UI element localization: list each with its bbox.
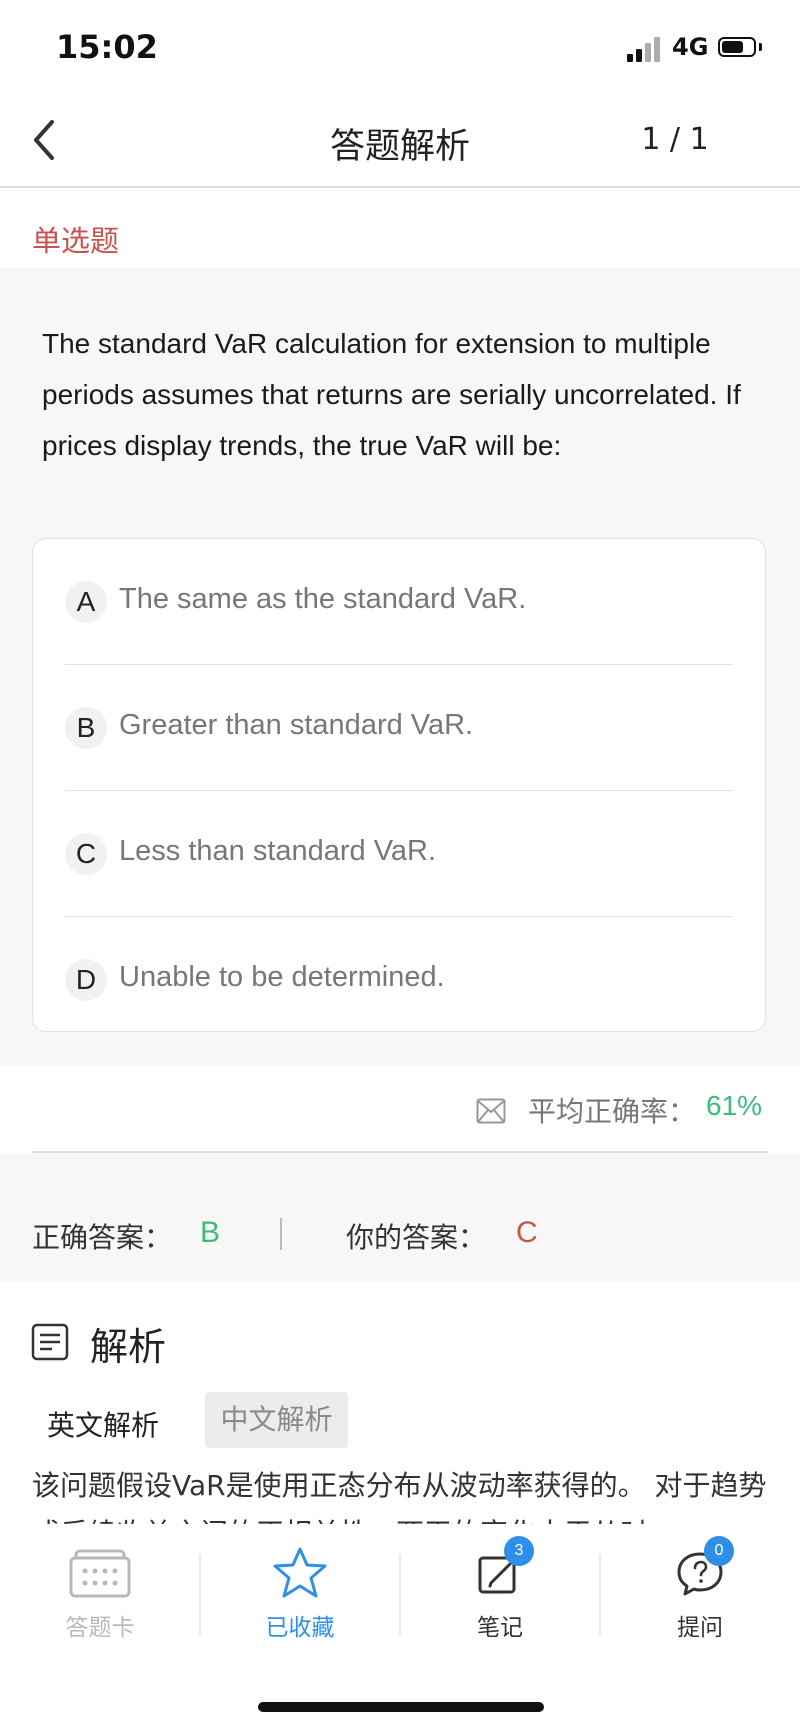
option-text: Unable to be determined. (119, 961, 445, 993)
nav-bar: 答题解析 1 / 1 (0, 96, 800, 188)
correct-answer-value: B (200, 1216, 221, 1249)
option-letter: D (65, 959, 107, 1001)
status-time: 15:02 (56, 28, 158, 66)
answer-card-icon (68, 1546, 132, 1600)
bottom-tab-bar: 答题卡 已收藏 3 笔记 0 提问 (0, 1524, 800, 1732)
mail-icon[interactable] (476, 1098, 506, 1124)
questions-badge: 0 (704, 1536, 734, 1566)
notes-badge: 3 (504, 1536, 534, 1566)
home-indicator (258, 1702, 544, 1712)
tab-favorites[interactable]: 已收藏 (200, 1524, 400, 1654)
question-text: The standard VaR calculation for extensi… (42, 328, 741, 461)
tab-label: 答题卡 (65, 1615, 135, 1641)
option-text: The same as the standard VaR. (119, 583, 527, 615)
tab-notes[interactable]: 3 笔记 (400, 1524, 600, 1654)
options-card: A The same as the standard VaR. B Greate… (32, 538, 766, 1032)
battery-cap (759, 43, 762, 51)
analysis-title: 解析 (90, 1325, 167, 1369)
correct-answer-label: 正确答案： (32, 1221, 173, 1254)
back-arrow-icon[interactable] (26, 116, 66, 164)
signal-icon (627, 36, 663, 62)
avg-accuracy-label: 平均正确率： (528, 1095, 697, 1128)
your-answer-label: 你的答案： (346, 1221, 487, 1254)
option-text: Less than standard VaR. (119, 835, 437, 867)
answer-separator (280, 1218, 282, 1250)
avg-accuracy-value: 61% (706, 1090, 763, 1121)
option-text: Greater than standard VaR. (119, 709, 474, 741)
option-b[interactable]: B Greater than standard VaR. (33, 665, 765, 791)
star-icon (268, 1546, 332, 1600)
document-icon (30, 1322, 70, 1362)
your-answer-value: C (516, 1216, 538, 1249)
page-title: 答题解析 (329, 127, 470, 167)
network-type: 4G (672, 33, 709, 61)
question-type-label: 单选题 (32, 224, 120, 258)
tab-label: 提问 (677, 1615, 723, 1641)
option-letter: B (65, 707, 107, 749)
option-c[interactable]: C Less than standard VaR. (33, 791, 765, 917)
option-letter: C (65, 833, 107, 875)
option-d[interactable]: D Unable to be determined. (33, 917, 765, 1043)
tab-chinese-analysis[interactable]: 中文解析 (205, 1392, 348, 1448)
page-indicator: 1 / 1 (641, 122, 709, 157)
tab-answer-card[interactable]: 答题卡 (0, 1524, 200, 1654)
status-bar: 15:02 4G (0, 0, 800, 96)
tab-english-analysis[interactable]: 英文解析 (36, 1398, 170, 1454)
analysis-text: 该问题假设VaR是使用正态分布从波动率获得的。 对于趋势或后续收益之间的正相关性… (32, 1469, 767, 1524)
option-a[interactable]: A The same as the standard VaR. (33, 539, 765, 665)
tab-label: 已收藏 (265, 1615, 335, 1641)
tab-ask[interactable]: 0 提问 (600, 1524, 800, 1654)
question-area: The standard VaR calculation for extensi… (0, 268, 800, 1065)
tab-label: 笔记 (477, 1615, 523, 1641)
battery-icon (718, 37, 756, 57)
option-letter: A (65, 581, 107, 623)
